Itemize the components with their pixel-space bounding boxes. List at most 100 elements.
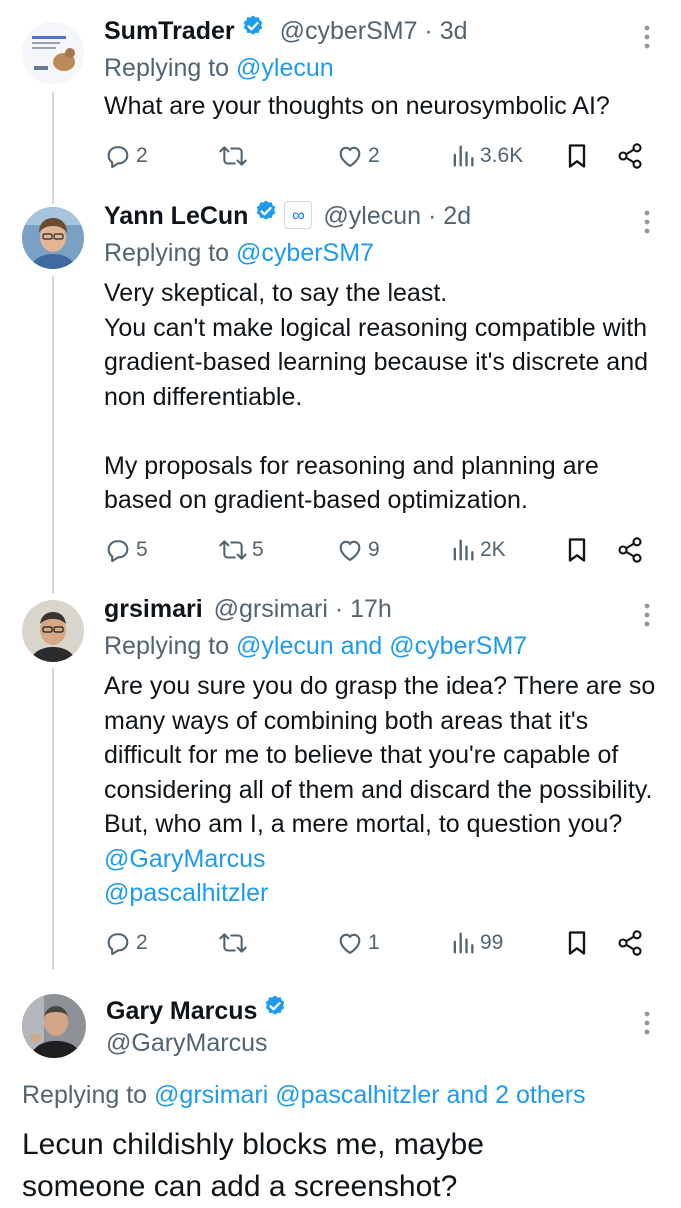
avatar[interactable] [22,600,84,662]
bookmark-button[interactable] [564,533,590,567]
share-button[interactable] [616,533,644,567]
mention-link[interactable]: @pascalhitzler [104,879,268,907]
replying-to: Replying to @grsimari @pascalhitzler and… [22,1078,586,1112]
views-button[interactable]: 99 [450,926,503,960]
more-options-icon[interactable] [640,207,654,237]
timestamp[interactable]: 2d [443,202,471,230]
mention-link[interactable]: @ylecun and @cyberSM7 [236,632,527,660]
heart-icon [339,146,361,167]
retweet-button[interactable] [218,139,252,173]
bookmark-button[interactable] [564,926,590,960]
display-name[interactable]: SumTrader [104,17,235,45]
handle[interactable]: @cyberSM7 [280,17,418,45]
tweet-header: SumTrader @cyberSM7 · 3d [104,14,468,48]
reply-count: 2 [136,144,148,167]
tweet-text: Lecun childishly blocks me, maybe someon… [22,1128,484,1203]
like-button[interactable]: 9 [336,533,380,567]
bookmark-icon [568,538,586,562]
reply-button[interactable]: 2 [104,139,148,173]
bookmark-icon [568,144,586,168]
share-icon [618,537,642,563]
thread-line [52,92,54,204]
verified-badge-icon [263,993,287,1027]
more-options-icon[interactable] [640,22,654,52]
retweet-icon [219,933,247,953]
share-icon [618,143,642,169]
tweet-header: Gary Marcus [106,994,287,1028]
retweet-button[interactable] [218,926,252,960]
mention-link[interactable]: @ylecun [236,54,334,82]
timestamp[interactable]: 3d [440,17,468,45]
views-icon [453,932,474,954]
mention-link[interactable]: @GaryMarcus [104,845,266,873]
action-bar: 2 2 3.6K [104,139,644,173]
views-button[interactable]: 2K [450,533,506,567]
tweet-header: grsimari @grsimari · 17h [104,592,392,626]
verified-badge-icon [241,13,265,47]
replying-to: Replying to @ylecun [104,51,334,85]
replying-to: Replying to @cyberSM7 [104,236,374,270]
display-name[interactable]: Gary Marcus [106,997,257,1025]
reply-count: 2 [136,931,148,954]
view-count: 2K [480,538,506,561]
display-name[interactable]: Yann LeCun [104,202,248,230]
view-count: 99 [480,931,504,954]
like-button[interactable]: 1 [336,926,380,960]
tweet-text: Are you sure you do grasp the idea? Ther… [104,669,669,911]
like-button[interactable]: 2 [336,139,380,173]
replying-to-label: Replying to [104,632,237,660]
reply-count: 5 [136,538,148,561]
replying-to-label: Replying to [22,1081,155,1109]
separator-dot: · [417,17,440,45]
thread-line [52,276,54,594]
handle[interactable]: @grsimari [214,595,328,623]
like-count: 2 [368,144,380,167]
view-count: 3.6K [480,144,524,167]
like-count: 9 [368,538,380,561]
avatar[interactable] [22,22,84,84]
views-icon [453,539,474,561]
avatar[interactable] [22,207,84,269]
retweet-button[interactable]: 5 [218,533,264,567]
retweet-icon [219,540,247,560]
heart-icon [339,933,361,954]
replying-to-label: Replying to [104,54,237,82]
separator-dot: · [327,595,351,623]
mention-link[interactable]: @grsimari @pascalhitzler and 2 others [154,1081,585,1109]
timestamp[interactable]: 17h [350,595,392,623]
more-options-icon[interactable] [640,600,654,630]
retweet-count: 5 [252,538,264,561]
avatar[interactable] [22,994,86,1058]
action-bar: 2 1 99 [104,926,644,960]
meta-icon[interactable]: ∞ [284,201,313,230]
like-count: 1 [368,931,380,954]
display-name[interactable]: grsimari [104,595,203,623]
bookmark-icon [568,931,586,955]
reply-button[interactable]: 2 [104,926,148,960]
tweet-header: Yann LeCun ∞ @ylecun · 2d [104,199,471,233]
reply-icon [107,146,129,169]
thread-line [52,668,54,970]
reply-button[interactable]: 5 [104,533,148,567]
share-icon [618,930,642,956]
handle[interactable]: @ylecun [323,202,421,230]
handle[interactable]: @GaryMarcus [106,1026,268,1060]
share-button[interactable] [616,926,644,960]
heart-icon [339,540,361,561]
replying-to: Replying to @ylecun and @cyberSM7 [104,629,527,663]
more-options-icon[interactable] [640,1008,654,1038]
replying-to-label: Replying to [104,239,237,267]
reply-icon [107,933,129,956]
tweet-text: Very skeptical, to say the least. You ca… [104,279,649,514]
action-bar: 5 5 9 2K [104,533,644,567]
tweet-text: What are your thoughts on neurosymbolic … [104,92,610,120]
verified-badge-icon [254,198,278,232]
retweet-icon [219,146,247,166]
tweet-text-content: Are you sure you do grasp the idea? Ther… [104,672,656,838]
bookmark-button[interactable] [564,139,590,173]
views-icon [453,145,474,167]
share-button[interactable] [616,139,644,173]
views-button[interactable]: 3.6K [450,139,523,173]
reply-icon [107,540,129,563]
mention-link[interactable]: @cyberSM7 [236,239,374,267]
